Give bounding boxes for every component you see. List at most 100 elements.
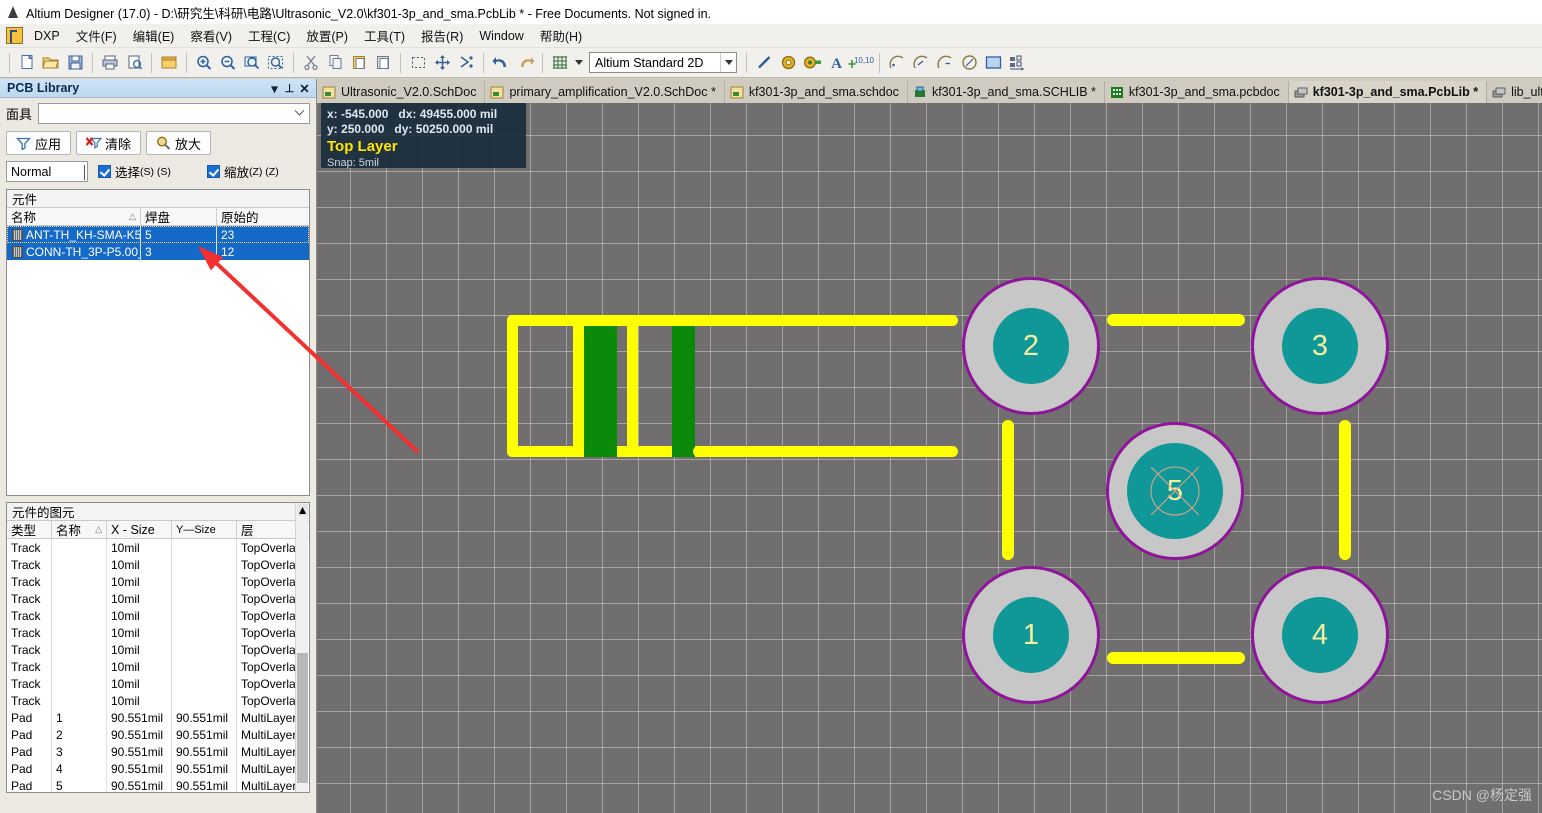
zoom-area-icon[interactable] [240,51,264,75]
document-tab-3[interactable]: kf301-3p_and_sma.SCHLIB * [908,81,1105,103]
col-header-type[interactable]: 类型 [7,521,52,538]
table-row[interactable]: Track 10mil TopOverlay [7,590,309,607]
pad-3[interactable]: 3 [1251,277,1389,415]
table-row[interactable]: Track 10mil TopOverlay [7,539,309,556]
menu-item-tools[interactable]: 工具(T) [356,23,413,48]
zoom-checkbox[interactable]: 缩放 (Z) (Z) [206,162,279,181]
place-coordinate-icon[interactable]: 10,10 [848,51,874,75]
cut-icon[interactable] [299,51,323,75]
place-arc-center-icon[interactable] [885,51,909,75]
table-row[interactable]: CONN-TH_3P-P5.00_K 3 12 [7,243,309,260]
chevron-down-icon[interactable] [720,53,736,72]
table-row[interactable]: Pad 4 90.551mil 90.551mil MultiLayer [7,760,309,777]
table-row[interactable]: Track 10mil TopOverlay [7,675,309,692]
undo-icon[interactable] [489,51,513,75]
menu-item-view[interactable]: 察看(V) [182,23,240,48]
save-icon[interactable] [63,51,87,75]
table-row[interactable]: Track 10mil TopOverlay [7,692,309,709]
table-row[interactable]: Pad 1 90.551mil 90.551mil MultiLayer [7,709,309,726]
document-tab-1[interactable]: primary_amplification_V2.0.SchDoc * [485,81,725,103]
zoom-out-icon[interactable] [216,51,240,75]
document-tab-6[interactable]: lib_ultrasonic_V2.0.PcbLib * [1487,81,1542,103]
table-row[interactable]: Track 10mil TopOverlay [7,641,309,658]
align-icon[interactable] [454,51,478,75]
select-checkbox[interactable]: 选择 (S) (S) [98,162,171,181]
table-row[interactable]: Pad 3 90.551mil 90.551mil MultiLayer [7,743,309,760]
menu-item-edit[interactable]: 编辑(E) [125,23,183,48]
place-full-circle-icon[interactable] [957,51,981,75]
chevron-down-icon[interactable]: ▾ [267,81,282,96]
mask-mode-select[interactable]: Normal [6,161,88,182]
cell-type: Track [7,692,52,709]
place-arc-edge-icon[interactable] [909,51,933,75]
zoom-in-icon[interactable] [192,51,216,75]
mask-input[interactable] [38,103,310,124]
menu-item-file[interactable]: 文件(F) [68,23,125,48]
menu-item-window[interactable]: Window [471,26,531,46]
cell-type: Track [7,590,52,607]
primitives-scrollbar[interactable]: ▲ [295,503,308,792]
place-line-icon[interactable] [752,51,776,75]
place-via-icon[interactable] [800,51,824,75]
redo-icon[interactable] [513,51,537,75]
view-configuration-select[interactable]: Altium Standard 2D [589,52,737,73]
table-row[interactable]: Pad 5 90.551mil 90.551mil MultiLayer [7,777,309,792]
place-fill-icon[interactable] [981,51,1005,75]
pad-5[interactable]: 5 [1106,422,1244,560]
pad-2[interactable]: 2 [962,277,1100,415]
col-header-prim-name[interactable]: 名称 △ [52,521,107,538]
table-row[interactable]: Pad 2 90.551mil 90.551mil MultiLayer [7,726,309,743]
grid-icon[interactable] [548,51,572,75]
dxp-logo-icon[interactable] [6,27,23,44]
table-row[interactable]: ANT-TH_KH-SMA-K51: 5 23 [7,226,309,243]
col-header-primitives[interactable]: 原始的 [217,208,309,225]
table-row[interactable]: Track 10mil TopOverlay [7,573,309,590]
print-preview-icon[interactable] [122,51,146,75]
close-icon[interactable]: ✕ [297,81,312,96]
pin-icon[interactable]: ⊥ [282,82,297,95]
component-wizard-icon[interactable] [1005,51,1029,75]
menu-item-dxp[interactable]: DXP [26,26,68,46]
scrollbar-thumb[interactable] [297,653,308,783]
place-arc-any-icon[interactable] [933,51,957,75]
document-tab-2[interactable]: kf301-3p_and_sma.schdoc [725,81,908,103]
document-tab-4[interactable]: kf301-3p_and_sma.pcbdoc [1105,81,1289,103]
scroll-up-button[interactable]: ▲ [297,503,309,517]
table-row[interactable]: Track 10mil TopOverlay [7,658,309,675]
open-folder-icon[interactable] [39,51,63,75]
pcb-library-canvas[interactable]: x: -545.000 dx: 49455.000 mil y: 250.000… [317,103,1542,813]
menu-item-project[interactable]: 工程(C) [240,23,298,48]
print-icon[interactable] [98,51,122,75]
svg-text:10,10: 10,10 [854,56,874,65]
pad-1[interactable]: 1 [962,566,1100,704]
move-icon[interactable] [430,51,454,75]
open-in-explorer-icon[interactable] [157,51,181,75]
paste-icon[interactable] [347,51,371,75]
place-string-icon[interactable]: A [824,51,848,75]
chevron-down-icon[interactable] [291,105,308,122]
menu-item-place[interactable]: 放置(P) [298,23,356,48]
document-tab-0[interactable]: Ultrasonic_V2.0.SchDoc [317,81,486,103]
magnify-button[interactable]: 放大 [146,131,212,155]
copy-icon[interactable] [323,51,347,75]
table-row[interactable]: Track 10mil TopOverlay [7,624,309,641]
paste-special-icon[interactable] [371,51,395,75]
document-tab-5[interactable]: kf301-3p_and_sma.PcbLib * [1288,81,1488,103]
place-pad-icon[interactable] [776,51,800,75]
grid-dropdown-icon[interactable] [572,51,585,75]
menu-item-reports[interactable]: 报告(R) [413,23,471,48]
col-header-ysize[interactable]: Y—Size [172,521,237,538]
col-header-pads[interactable]: 焊盘 [141,208,217,225]
new-document-icon[interactable] [15,51,39,75]
pad-4[interactable]: 4 [1251,566,1389,704]
clear-button[interactable]: 清除 [76,131,142,155]
apply-button[interactable]: 应用 [6,131,72,155]
col-header-xsize[interactable]: X - Size [107,521,172,538]
table-row[interactable]: Track 10mil TopOverlay [7,556,309,573]
chevron-down-icon[interactable] [84,165,85,180]
zoom-selected-icon[interactable] [264,51,288,75]
table-row[interactable]: Track 10mil TopOverlay [7,607,309,624]
select-area-icon[interactable] [406,51,430,75]
col-header-name[interactable]: 名称 △ [7,208,141,225]
menu-item-help[interactable]: 帮助(H) [532,23,590,48]
